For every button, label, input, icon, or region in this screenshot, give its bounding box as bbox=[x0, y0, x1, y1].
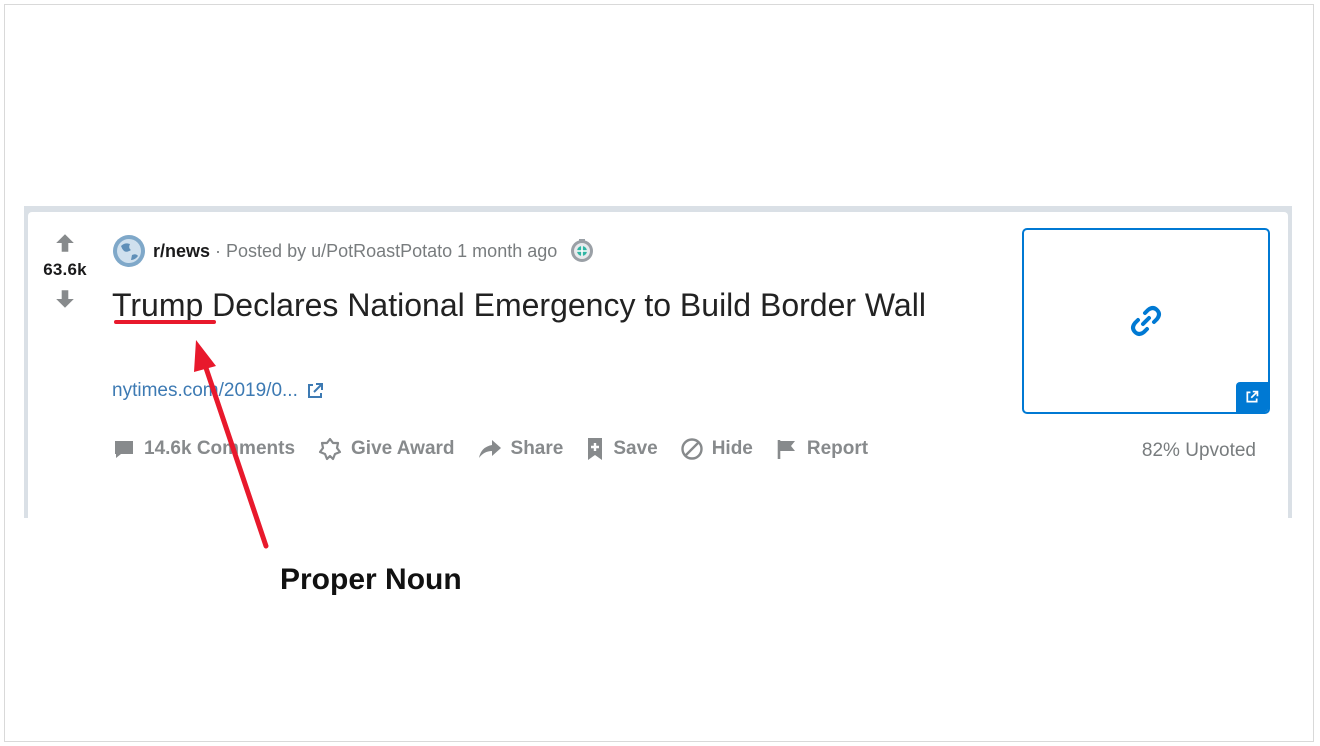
annotation-arrow bbox=[194, 340, 269, 549]
annotation-label: Proper Noun bbox=[280, 563, 462, 596]
